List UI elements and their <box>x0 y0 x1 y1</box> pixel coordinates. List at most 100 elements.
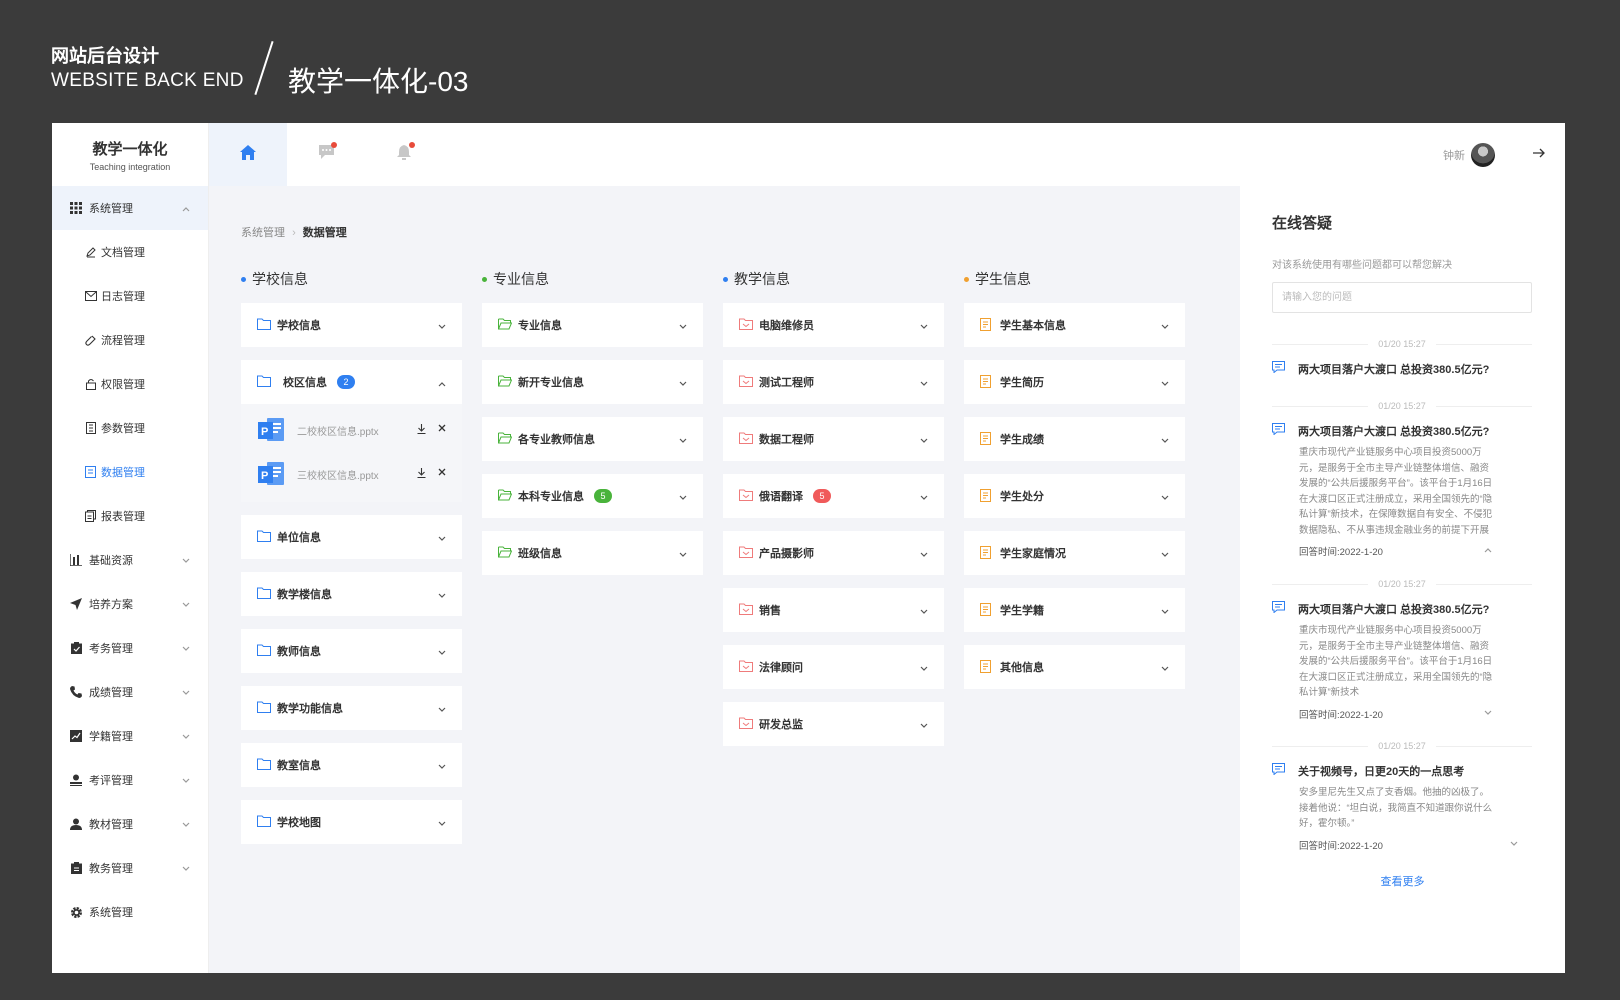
chevron-down-icon[interactable] <box>438 321 446 333</box>
data-item-card[interactable]: 学生成绩 <box>964 417 1185 461</box>
tab-notifications[interactable] <box>365 123 443 186</box>
data-item-card[interactable]: 俄语翻译 5 <box>723 474 944 518</box>
data-item-card[interactable]: 学生简历 <box>964 360 1185 404</box>
chevron-down-icon[interactable] <box>1161 492 1169 504</box>
chevron-up-icon[interactable] <box>1484 545 1492 556</box>
sidebar-item-params[interactable]: 参数管理 <box>52 406 208 450</box>
chevron-down-icon[interactable] <box>679 435 687 447</box>
data-item-card[interactable]: 学生基本信息 <box>964 303 1185 347</box>
data-item-card[interactable]: 班级信息 <box>482 531 703 575</box>
sidebar-group-exam[interactable]: 考务管理 <box>52 626 208 670</box>
sidebar-group-training[interactable]: 培养方案 <box>52 582 208 626</box>
chevron-down-icon[interactable] <box>1161 663 1169 675</box>
data-item-card[interactable]: 学生处分 <box>964 474 1185 518</box>
data-item-card[interactable]: 销售 <box>723 588 944 632</box>
data-item-label: 学生简历 <box>1000 377 1044 389</box>
sidebar-item-docs[interactable]: 文档管理 <box>52 230 208 274</box>
data-item-card[interactable]: 学生家庭情况 <box>964 531 1185 575</box>
count-badge: 5 <box>813 489 831 503</box>
sidebar-group-system[interactable]: 系统管理 <box>52 890 208 934</box>
data-item-card[interactable]: 电脑维修员 <box>723 303 944 347</box>
data-item-card[interactable]: 学校信息 <box>241 303 462 347</box>
chevron-down-icon[interactable] <box>438 818 446 830</box>
sidebar-item-logs[interactable]: 日志管理 <box>52 274 208 318</box>
qa-question[interactable]: 关于视频号，日更20天的一点思考 <box>1272 763 1532 779</box>
sidebar-group-resources[interactable]: 基础资源 <box>52 538 208 582</box>
chevron-down-icon[interactable] <box>920 378 928 390</box>
data-item-card[interactable]: 单位信息 <box>241 515 462 559</box>
download-icon[interactable] <box>417 424 426 437</box>
chevron-down-icon[interactable] <box>679 378 687 390</box>
data-item-card[interactable]: 各专业教师信息 <box>482 417 703 461</box>
data-item-card[interactable]: 本科专业信息 5 <box>482 474 703 518</box>
qa-question[interactable]: 两大项目落户大渡口 总投资380.5亿元? <box>1272 423 1532 439</box>
data-item-card[interactable]: 新开专业信息 <box>482 360 703 404</box>
chevron-down-icon[interactable] <box>1484 708 1492 719</box>
data-item-card[interactable]: 测试工程师 <box>723 360 944 404</box>
data-item-card[interactable]: 学校地图 <box>241 800 462 844</box>
logout-arrow-icon[interactable] <box>1533 145 1545 163</box>
chevron-down-icon[interactable] <box>1510 839 1518 850</box>
chevron-down-icon[interactable] <box>920 606 928 618</box>
chevron-down-icon[interactable] <box>1161 321 1169 333</box>
file-row[interactable]: P 二校校区信息.pptx <box>241 408 462 452</box>
column-1: 学校信息 学校信息 校区信息 2 P 二校校区信息.pptx P 三校校区信息.p… <box>241 269 462 857</box>
chevron-down-icon[interactable] <box>438 590 446 602</box>
data-item-card[interactable]: 法律顾问 <box>723 645 944 689</box>
chevron-down-icon[interactable] <box>679 549 687 561</box>
sidebar-item-data[interactable]: 数据管理 <box>52 450 208 494</box>
sidebar-item-report[interactable]: 报表管理 <box>52 494 208 538</box>
chevron-down-icon[interactable] <box>679 492 687 504</box>
qa-time: 01/20 15:27 <box>1272 578 1532 590</box>
data-item-card[interactable]: 其他信息 <box>964 645 1185 689</box>
chevron-down-icon[interactable] <box>679 321 687 333</box>
chevron-down-icon[interactable] <box>920 492 928 504</box>
file-row[interactable]: P 三校校区信息.pptx <box>241 452 462 496</box>
data-item-card[interactable]: 教学楼信息 <box>241 572 462 616</box>
data-item-card[interactable]: 专业信息 <box>482 303 703 347</box>
chevron-down-icon[interactable] <box>1161 606 1169 618</box>
chevron-down-icon[interactable] <box>920 435 928 447</box>
view-more-link[interactable]: 查看更多 <box>1240 873 1565 889</box>
tab-messages[interactable] <box>287 123 365 186</box>
qa-question-input[interactable] <box>1272 282 1532 313</box>
data-item-card[interactable]: 数据工程师 <box>723 417 944 461</box>
chevron-down-icon[interactable] <box>438 761 446 773</box>
chevron-down-icon[interactable] <box>438 647 446 659</box>
sidebar-item-permission[interactable]: 权限管理 <box>52 362 208 406</box>
data-item-card[interactable]: 教学功能信息 <box>241 686 462 730</box>
user-profile[interactable]: 钟新 <box>1443 143 1495 167</box>
breadcrumb-parent[interactable]: 系统管理 <box>241 227 285 239</box>
sidebar-group-evaluation[interactable]: 考评管理 <box>52 758 208 802</box>
qa-question[interactable]: 两大项目落户大渡口 总投资380.5亿元? <box>1272 361 1532 377</box>
data-item-card[interactable]: 校区信息 2 <box>241 360 462 404</box>
qa-question[interactable]: 两大项目落户大渡口 总投资380.5亿元? <box>1272 601 1532 617</box>
qa-answer-time: 回答时间:2022-1-20 <box>1299 709 1383 721</box>
sidebar-group-textbook[interactable]: 教材管理 <box>52 802 208 846</box>
data-item-card[interactable]: 教室信息 <box>241 743 462 787</box>
data-item-card[interactable]: 研发总监 <box>723 702 944 746</box>
sidebar-group-roll[interactable]: 学籍管理 <box>52 714 208 758</box>
chevron-down-icon[interactable] <box>438 533 446 545</box>
data-item-card[interactable]: 学生学籍 <box>964 588 1185 632</box>
chevron-up-icon[interactable] <box>438 378 446 390</box>
download-icon[interactable] <box>417 468 426 481</box>
sidebar-group-academic[interactable]: 教务管理 <box>52 846 208 890</box>
data-item-card[interactable]: 产品摄影师 <box>723 531 944 575</box>
chevron-down-icon <box>182 863 190 875</box>
chevron-down-icon[interactable] <box>920 549 928 561</box>
chevron-down-icon[interactable] <box>1161 378 1169 390</box>
sidebar-group-system-open[interactable]: 系统管理 <box>52 186 208 230</box>
sidebar-item-process[interactable]: 流程管理 <box>52 318 208 362</box>
data-item-card[interactable]: 教师信息 <box>241 629 462 673</box>
tab-home[interactable] <box>209 123 287 186</box>
chevron-down-icon[interactable] <box>920 720 928 732</box>
chevron-down-icon[interactable] <box>438 704 446 716</box>
close-icon[interactable] <box>438 468 446 479</box>
close-icon[interactable] <box>438 424 446 435</box>
chevron-down-icon[interactable] <box>1161 435 1169 447</box>
chevron-down-icon[interactable] <box>1161 549 1169 561</box>
chevron-down-icon[interactable] <box>920 321 928 333</box>
sidebar-group-grades[interactable]: 成绩管理 <box>52 670 208 714</box>
chevron-down-icon[interactable] <box>920 663 928 675</box>
